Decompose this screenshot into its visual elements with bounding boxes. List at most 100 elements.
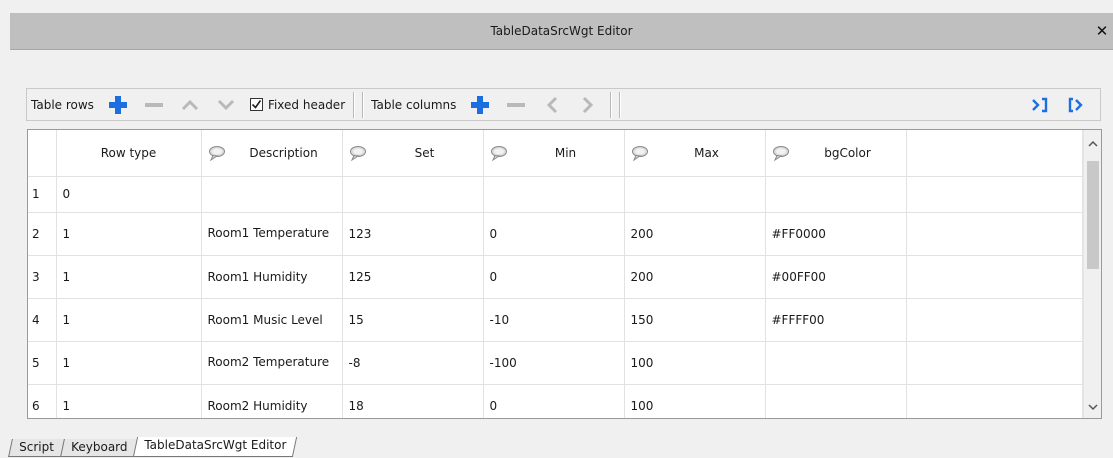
cell-set[interactable]: -8 [342,341,484,385]
cell-set[interactable]: 18 [342,384,484,418]
scroll-thumb[interactable] [1087,161,1099,269]
move-column-right-button[interactable] [570,91,606,119]
scroll-down-button[interactable] [1084,398,1101,416]
cell-min[interactable]: 0 [483,384,625,418]
minus-icon [144,102,163,107]
vertical-scrollbar[interactable] [1083,130,1101,418]
cell-max[interactable] [624,176,766,213]
tab-keyboard[interactable]: Keyboard [59,439,139,457]
column-header-label: Row type [100,145,157,160]
tab-label: Script [19,440,54,454]
close-icon[interactable]: ✕ [1095,13,1109,50]
cell-row-type[interactable]: 1 [56,384,202,418]
cell-min[interactable]: 0 [483,255,625,299]
cell-min[interactable]: 0 [483,212,625,256]
cell-bgcolor[interactable]: #FF0000 [765,212,907,256]
toolbar-separator [610,91,612,118]
tab-label: Keyboard [70,440,128,454]
column-header-set[interactable]: Set [342,130,484,177]
cell-empty [906,341,1083,385]
cell-description[interactable]: Room2 Temperature [201,341,343,385]
table-row[interactable]: 3 1 Room1 Humidity 125 0 200 #00FF00 [28,255,1083,299]
table-rows-label: Table rows [31,97,94,112]
column-header-label: Max [694,145,719,160]
cell-description[interactable]: Room1 Humidity [201,255,343,299]
cell-empty [906,298,1083,342]
cell-row-type[interactable]: 1 [56,298,202,342]
row-number: 5 [28,341,57,385]
table-row[interactable]: 5 1 Room2 Temperature -8 -100 100 [28,341,1083,385]
column-header-row-type[interactable]: Row type [56,130,202,177]
comment-bubble-icon [208,145,225,161]
cell-bgcolor[interactable]: #00FF00 [765,255,907,299]
expand-panel-button[interactable] [1058,91,1094,119]
cell-max[interactable]: 100 [624,341,766,385]
cell-row-type[interactable]: 1 [56,255,202,299]
empty-header [906,130,1083,177]
plus-icon [471,95,490,114]
remove-column-button[interactable] [498,91,534,119]
table-row[interactable]: 1 0 [28,176,1083,213]
cell-set[interactable]: 125 [342,255,484,299]
cell-description[interactable]: Room2 Humidity [201,384,343,418]
add-column-button[interactable] [462,91,498,119]
fixed-header-toggle[interactable]: Fixed header [244,98,349,112]
fixed-header-label: Fixed header [267,97,346,112]
toolbar-separator [619,91,621,118]
cell-max[interactable]: 150 [624,298,766,342]
cell-row-type[interactable]: 1 [56,341,202,385]
cell-row-type[interactable]: 0 [56,176,202,213]
move-column-left-button[interactable] [534,91,570,119]
tab-tabledatasrcwgt-editor[interactable]: TableDataSrcWgt Editor [133,437,298,457]
cell-set[interactable] [342,176,484,213]
remove-row-button[interactable] [136,91,172,119]
chevron-down-icon [217,99,234,110]
table-row[interactable]: 4 1 Room1 Music Level 15 -10 150 #FFFF00 [28,298,1083,342]
checkmark-icon [251,100,262,109]
comment-bubble-icon [631,145,648,161]
cell-min[interactable]: -10 [483,298,625,342]
column-header-bgcolor[interactable]: bgColor [765,130,907,177]
column-header-min[interactable]: Min [483,130,625,177]
cell-row-type[interactable]: 1 [56,212,202,256]
chevron-up-icon [1088,140,1098,147]
cell-max[interactable]: 200 [624,212,766,256]
window-title: TableDataSrcWgt Editor [490,24,633,38]
toolbar-separator [362,91,364,118]
cell-set[interactable]: 123 [342,212,484,256]
cell-bgcolor[interactable]: #FFFF00 [765,298,907,342]
column-header-max[interactable]: Max [624,130,766,177]
row-number: 3 [28,255,57,299]
cell-min[interactable] [483,176,625,213]
move-row-up-button[interactable] [172,91,208,119]
cell-set[interactable]: 15 [342,298,484,342]
move-row-down-button[interactable] [208,91,244,119]
row-number: 1 [28,176,57,213]
fixed-header-checkbox[interactable] [249,98,263,111]
table-row[interactable]: 6 1 Room2 Humidity 18 0 100 [28,384,1083,418]
tab-script[interactable]: Script [8,439,65,457]
cell-bgcolor[interactable] [765,341,907,385]
bottom-tab-strip: Script Keyboard TableDataSrcWgt Editor [8,437,298,457]
go-to-end-button[interactable] [1022,91,1058,119]
toolbar-separator [353,91,355,118]
row-number: 2 [28,212,57,256]
column-header-description[interactable]: Description [201,130,343,177]
cell-max[interactable]: 100 [624,384,766,418]
cell-description[interactable] [201,176,343,213]
column-header-label: bgColor [824,145,871,160]
row-number: 4 [28,298,57,342]
comment-bubble-icon [490,145,507,161]
chevron-left-icon [547,96,558,113]
cell-max[interactable]: 200 [624,255,766,299]
cell-description[interactable]: Room1 Temperature [201,212,343,256]
table-row[interactable]: 2 1 Room1 Temperature 123 0 200 #FF0000 [28,212,1083,256]
cell-bgcolor[interactable] [765,176,907,213]
scroll-up-button[interactable] [1084,134,1101,152]
data-table-area[interactable]: Row type Description Set Min Max bgColor… [27,129,1102,419]
cell-min[interactable]: -100 [483,341,625,385]
cell-empty [906,212,1083,256]
cell-bgcolor[interactable] [765,384,907,418]
add-row-button[interactable] [100,91,136,119]
cell-description[interactable]: Room1 Music Level [201,298,343,342]
